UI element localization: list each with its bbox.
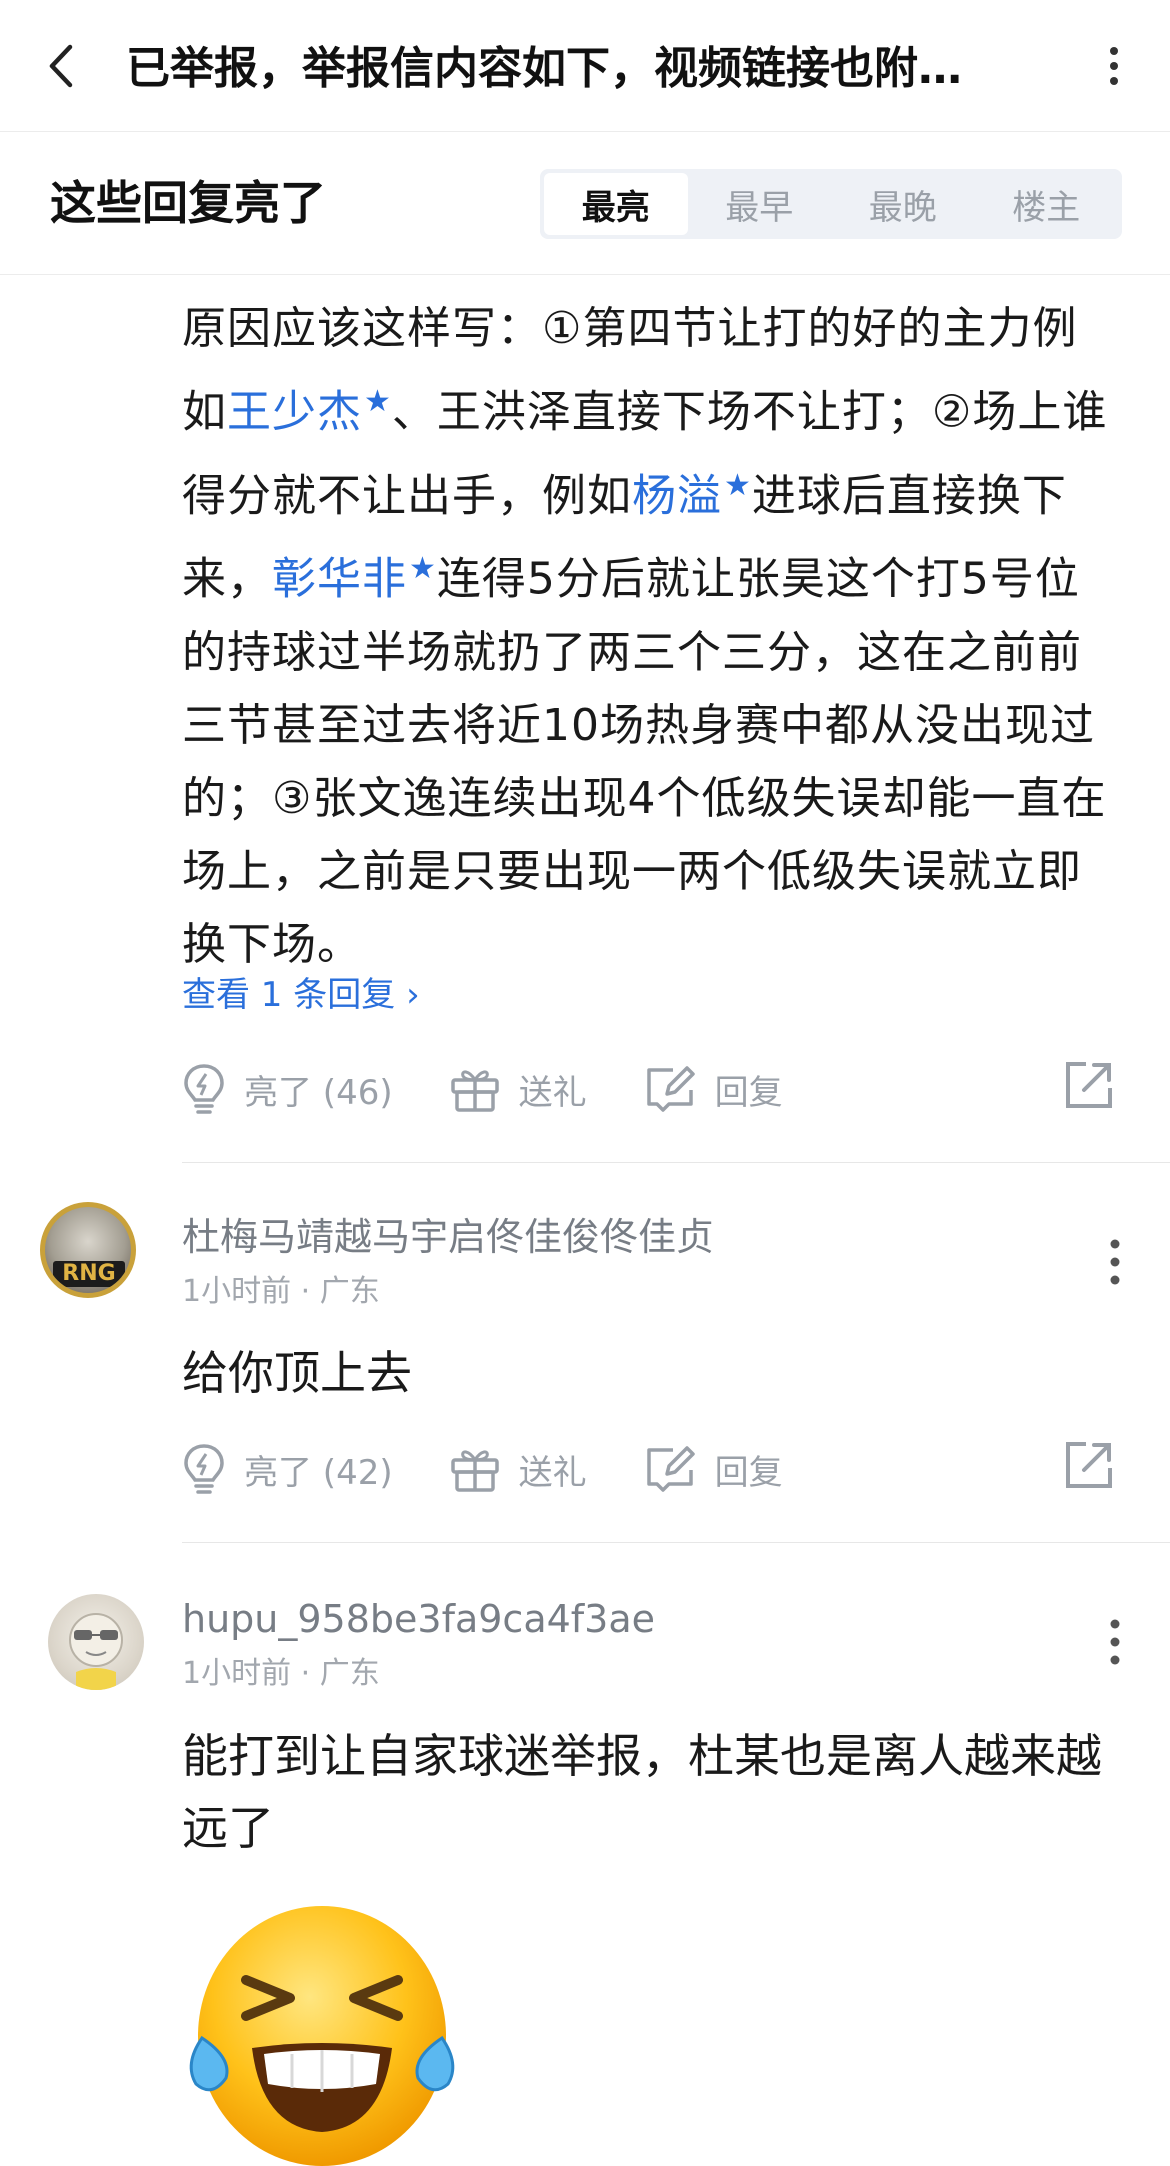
comment-text-segment: 连得5分后就让张昊这个打5号位的持球过半场就扔了两三个三分，这在之前前三节甚至过… — [182, 553, 1107, 970]
gift-label: 送礼 — [518, 1072, 587, 1113]
mention-link[interactable]: 杨溢 — [632, 470, 722, 521]
like-count: 亮了 (42) — [244, 1452, 393, 1493]
username[interactable]: hupu_958be3fa9ca4f3ae — [182, 1592, 655, 1646]
tab-latest[interactable]: 最晚 — [831, 173, 975, 235]
reply-label: 回复 — [714, 1072, 783, 1113]
share-icon — [1066, 1442, 1112, 1488]
chevron-right-icon: › — [406, 975, 420, 1015]
chevron-left-icon — [49, 44, 73, 88]
laughing-tears-emoji-icon — [189, 1906, 455, 2166]
edit-reply-icon — [646, 1066, 695, 1112]
mention-link[interactable]: 王少杰 — [227, 387, 362, 438]
comment-more-button[interactable] — [1100, 1612, 1130, 1672]
reply-button[interactable]: 回复 — [643, 1444, 783, 1494]
tab-op[interactable]: 楼主 — [975, 173, 1119, 235]
highlighted-replies-header: 这些回复亮了 最亮 最早 最晚 楼主 — [0, 133, 1170, 275]
comment-body: 原因应该这样写：①第四节让打的好的主力例如王少杰★、王洪泽直接下场不让打；②场上… — [182, 292, 1122, 981]
tab-earliest[interactable]: 最早 — [688, 173, 832, 235]
comment-actions: 亮了 (46) 送礼 回复 — [182, 1054, 1122, 1124]
comment-meta: 1小时前 · 广东 — [182, 1274, 380, 1309]
lightbulb-icon — [184, 1064, 224, 1114]
rng-badge: RNG — [53, 1261, 125, 1287]
more-vertical-icon — [1110, 47, 1118, 85]
edit-reply-icon — [646, 1446, 695, 1492]
gift-icon — [450, 1070, 499, 1112]
share-button[interactable] — [1064, 1440, 1114, 1494]
mention-link[interactable]: 彰华非 — [272, 554, 407, 605]
comment-text: 能打到让自家球迷举报，杜某也是离人越来越远了 — [182, 1729, 1102, 1855]
star-icon: ★ — [409, 551, 437, 587]
comment-actions: 亮了 (42) 送礼 回复 — [182, 1434, 1122, 1504]
username[interactable]: 杜梅马靖越马宇启佟佳俊佟佳贞 — [182, 1210, 714, 1264]
section-title: 这些回复亮了 — [50, 176, 326, 230]
view-replies-link[interactable]: 查看 1 条回复 › — [182, 970, 420, 1020]
top-nav-bar: 已举报，举报信内容如下，视频链接也附… — [0, 0, 1170, 132]
avatar[interactable] — [48, 1594, 144, 1690]
gift-label: 送礼 — [518, 1452, 587, 1493]
reply-button[interactable]: 回复 — [643, 1064, 783, 1114]
star-icon: ★ — [364, 384, 392, 419]
laughing-emoji-sticker — [182, 1888, 462, 2166]
page-title: 已举报，举报信内容如下，视频链接也附… — [126, 43, 962, 94]
share-icon — [1066, 1062, 1112, 1108]
divider — [182, 1162, 1170, 1163]
comment-meta: 1小时前 · 广东 — [182, 1656, 380, 1691]
back-button[interactable] — [36, 36, 84, 96]
star-icon: ★ — [724, 467, 752, 503]
sort-tabs: 最亮 最早 最晚 楼主 — [540, 169, 1122, 239]
like-button[interactable]: 亮了 (42) — [182, 1442, 393, 1496]
view-replies-label: 查看 1 条回复 — [182, 975, 396, 1015]
cartoon-avatar-icon — [69, 1613, 123, 1690]
reply-label: 回复 — [714, 1452, 783, 1493]
more-vertical-icon — [1110, 1239, 1120, 1285]
more-options-button[interactable] — [1094, 36, 1134, 96]
divider — [182, 1542, 1170, 1543]
tab-brightest[interactable]: 最亮 — [544, 173, 688, 235]
like-count: 亮了 (46) — [244, 1072, 393, 1113]
gift-button[interactable]: 送礼 — [449, 1444, 587, 1494]
avatar[interactable]: RNG — [40, 1202, 136, 1298]
lightbulb-icon — [184, 1444, 224, 1494]
comment-text: 给你顶上去 — [182, 1346, 412, 1400]
comment-more-button[interactable] — [1100, 1232, 1130, 1292]
share-button[interactable] — [1064, 1060, 1114, 1114]
more-vertical-icon — [1110, 1619, 1120, 1665]
gift-button[interactable]: 送礼 — [449, 1064, 587, 1114]
gift-icon — [450, 1450, 499, 1492]
like-button[interactable]: 亮了 (46) — [182, 1062, 393, 1116]
